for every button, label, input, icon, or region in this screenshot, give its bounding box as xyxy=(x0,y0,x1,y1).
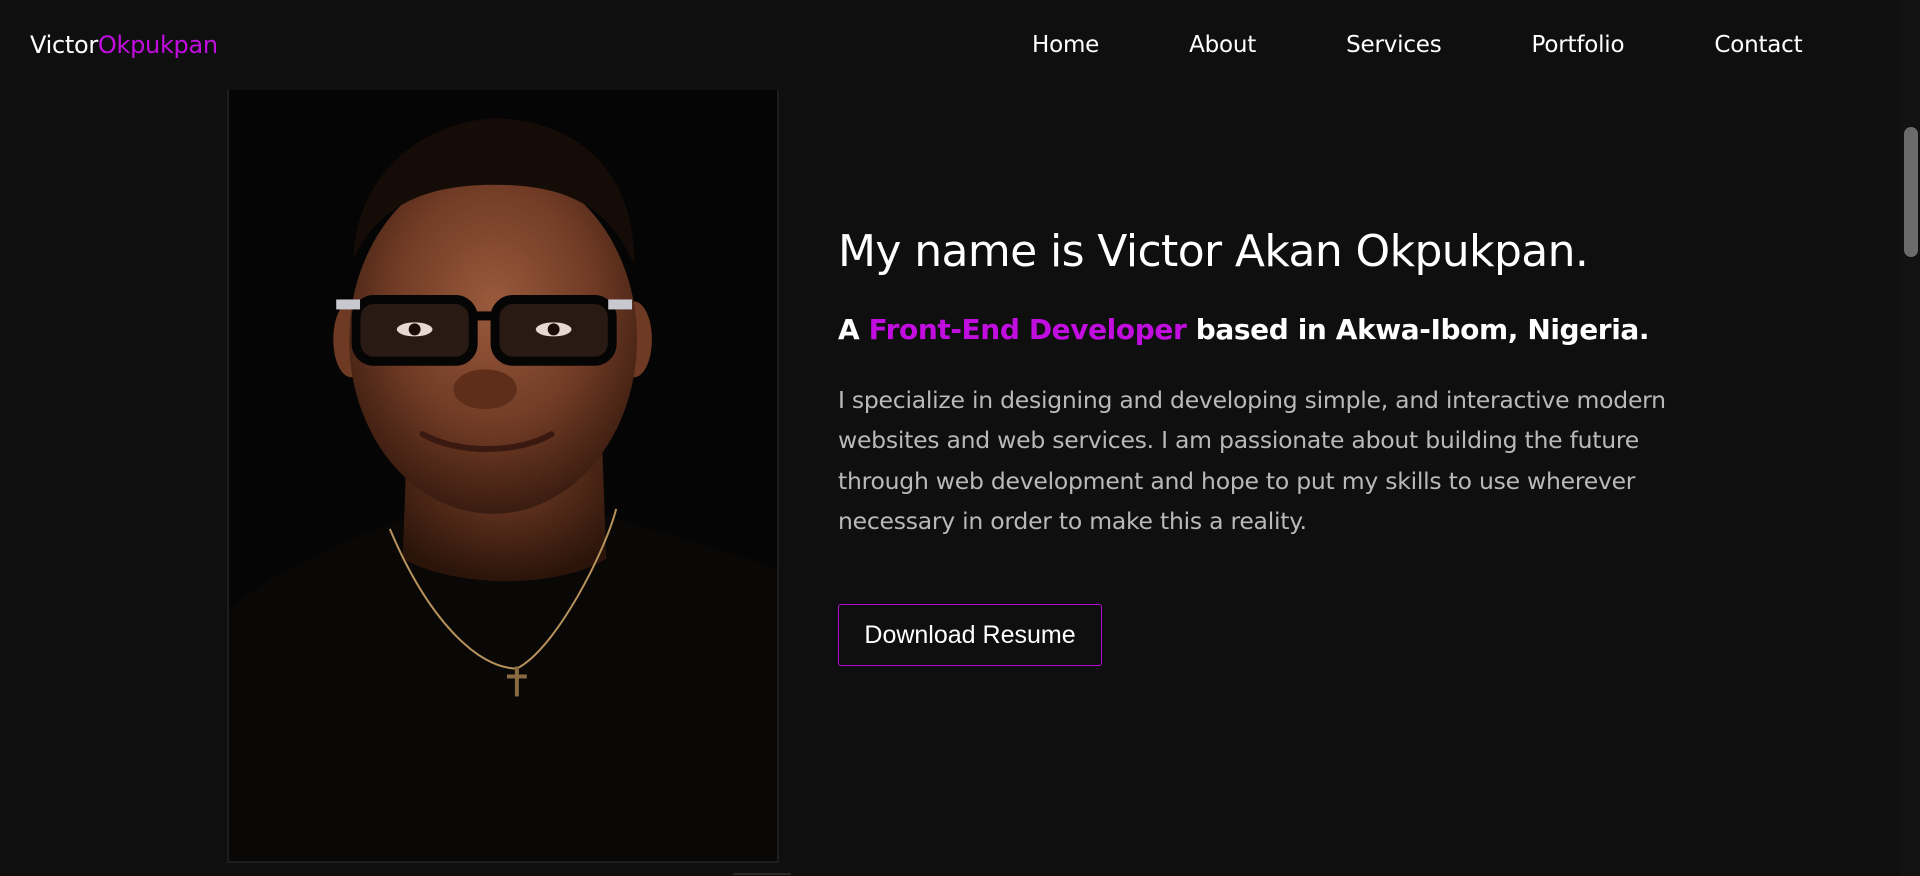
page: VictorOkpukpan Home About Services Portf… xyxy=(0,0,1920,876)
hero-subtitle: A Front-End Developer based in Akwa-Ibom… xyxy=(838,313,1688,346)
divider xyxy=(733,873,791,875)
page-scrollbar[interactable] xyxy=(1900,0,1920,876)
nav-contact[interactable]: Contact xyxy=(1714,32,1802,58)
subtitle-prefix: A xyxy=(838,312,860,346)
logo-last-name: Okpukpan xyxy=(97,31,218,59)
nav-about[interactable]: About xyxy=(1189,32,1256,58)
main-nav: Home About Services Portfolio Contact xyxy=(1032,28,1803,62)
download-resume-button[interactable]: Download Resume xyxy=(838,603,1102,666)
hero-section: My name is Victor Akan Okpukpan. A Front… xyxy=(838,226,1688,666)
profile-photo xyxy=(227,90,779,863)
subtitle-role: Front-End Developer xyxy=(868,312,1187,346)
subtitle-location: based in Akwa-Ibom, Nigeria. xyxy=(1195,312,1650,346)
person-portrait-icon xyxy=(229,90,777,861)
scrollbar-thumb[interactable] xyxy=(1904,127,1918,257)
nav-home[interactable]: Home xyxy=(1032,32,1099,58)
logo-first-name: Victor xyxy=(30,31,98,59)
hero-title: My name is Victor Akan Okpukpan. xyxy=(838,226,1589,277)
nav-services[interactable]: Services xyxy=(1346,32,1442,58)
nav-portfolio[interactable]: Portfolio xyxy=(1532,32,1625,58)
site-logo[interactable]: VictorOkpukpan xyxy=(30,31,218,59)
site-header: VictorOkpukpan Home About Services Portf… xyxy=(0,0,1900,90)
hero-description: I specialize in designing and developing… xyxy=(838,385,1666,536)
